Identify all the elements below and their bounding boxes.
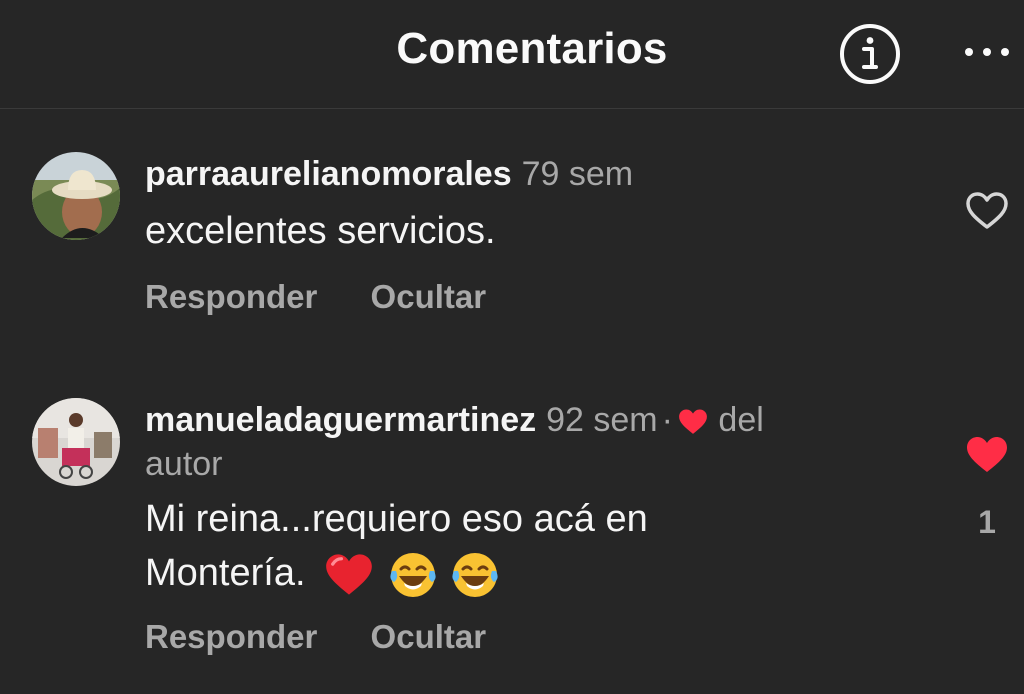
comment-meta: manueladaguermartinez 92 sem · del autor [145, 398, 764, 486]
more-options-icon[interactable] [960, 30, 1014, 74]
username[interactable]: manueladaguermartinez [145, 401, 536, 439]
comment-actions: Responder Ocultar [145, 618, 530, 656]
avatar[interactable] [32, 398, 120, 486]
red-heart-emoji [326, 554, 372, 595]
author-like-label-2: autor [145, 445, 223, 483]
header: Comentarios [0, 0, 1024, 109]
laughing-tears-emoji [390, 552, 436, 597]
comment-text: excelentes servicios. [145, 210, 496, 252]
separator-dot: · [661, 401, 673, 439]
reply-button[interactable]: Responder [145, 618, 317, 655]
laughing-tears-emoji [452, 552, 498, 597]
comment-time: 92 sem [546, 401, 658, 439]
avatar[interactable] [32, 152, 120, 240]
comment-text: Mi reina...requiero eso acá en Montería. [145, 492, 648, 601]
like-count: 1 [978, 504, 996, 540]
hide-button[interactable]: Ocultar [371, 278, 487, 315]
comment-actions: Responder Ocultar [145, 278, 530, 316]
comment-text-line-1: Mi reina...requiero eso acá en [145, 498, 648, 540]
info-icon[interactable] [838, 22, 902, 86]
username[interactable]: parraaurelianomorales [145, 155, 512, 193]
heart-outline-icon[interactable] [964, 190, 1010, 232]
comment-text-line-2: Montería. [145, 552, 306, 594]
author-like-label: del [718, 401, 764, 439]
hide-button[interactable]: Ocultar [371, 618, 487, 655]
heart-filled-icon [679, 409, 707, 434]
reply-button[interactable]: Responder [145, 278, 317, 315]
comment-time: 79 sem [521, 155, 634, 193]
comment-meta: parraaurelianomorales 79 sem [145, 152, 633, 196]
heart-filled-icon[interactable] [964, 434, 1010, 476]
